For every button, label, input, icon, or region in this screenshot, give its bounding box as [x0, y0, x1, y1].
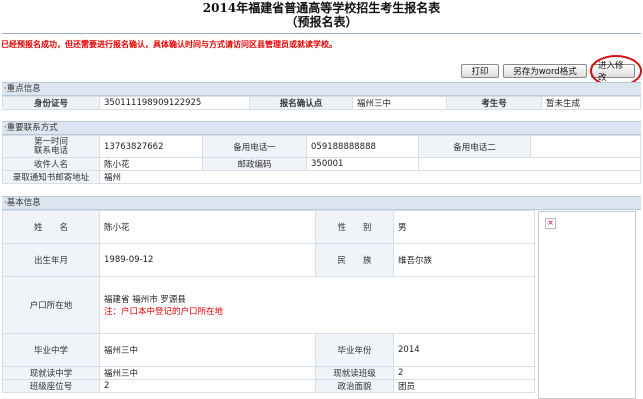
phone1-value: 13763827662 — [99, 135, 203, 158]
gender-value: 男 — [393, 210, 535, 244]
political-value: 团员 — [393, 379, 535, 393]
section-header-key-info: ·重点信息 — [2, 82, 641, 96]
save-as-word-button[interactable]: 另存为word格式 — [503, 64, 587, 78]
alt-phone2-value — [530, 135, 641, 158]
name-value: 陈小花 — [99, 210, 316, 244]
cur-class-label: 现就读班级 — [315, 366, 394, 380]
grad-year-label: 毕业年份 — [315, 333, 394, 367]
broken-image-icon: × — [545, 218, 556, 229]
grad-school-label: 毕业中学 — [2, 333, 100, 367]
recipient-value: 陈小花 — [99, 157, 203, 171]
section-header-contact: ·重要联系方式 — [2, 121, 641, 135]
basic-table: 姓 名 陈小花 性 别 男 出生年月 1989-09-12 民 族 维吾尔族 户… — [2, 210, 535, 393]
cur-school-label: 现就读中学 — [2, 366, 100, 380]
recipient-label: 收件人名 — [2, 157, 100, 171]
address-label: 录取通知书邮寄地址 — [2, 170, 100, 184]
id-label: 身份证号 — [2, 96, 100, 110]
phone1-label: 第一时间 联系电话 — [2, 135, 100, 158]
confirm-site-label: 报名确认点 — [249, 96, 353, 110]
birth-label: 出生年月 — [2, 243, 100, 277]
exam-no-value: 暂未生成 — [541, 96, 641, 110]
hukou-value: 福建省 福州市 罗源县 — [104, 295, 186, 305]
ethnic-value: 维吾尔族 — [393, 243, 535, 277]
postcode-value: 350001 — [306, 157, 419, 171]
success-notice: 已经预报名成功，但还需要进行报名确认，具体确认时间与方式请访问区县管理员或就读学… — [1, 40, 337, 49]
postcode-label: 邮政编码 — [202, 157, 307, 171]
cur-class-value: 2 — [393, 366, 535, 380]
alt-phone1-value: 059188888888 — [306, 135, 419, 158]
page-title: 2014年福建省普通高等学校招生考生报名表 — [202, 1, 441, 15]
hukou-note: 注：户口本中登记的户口所在地 — [104, 307, 224, 317]
exam-no-label: 考生号 — [446, 96, 542, 110]
ethnic-label: 民 族 — [315, 243, 394, 277]
grad-year-value: 2014 — [393, 333, 535, 367]
id-value: 350111198909122925 — [99, 96, 250, 110]
key-info-table: 身份证号 350111198909122925 报名确认点 福州三中 考生号 暂… — [2, 96, 641, 110]
photo-frame: × — [538, 211, 636, 399]
alt-phone2-label: 备用电话二 — [418, 135, 531, 158]
name-label: 姓 名 — [2, 210, 100, 244]
key-info-section: ·重点信息 身份证号 350111198909122925 报名确认点 福州三中… — [2, 82, 641, 110]
section-header-basic: ·基本信息 — [2, 196, 641, 210]
page-subtitle: （预报名表） — [285, 15, 358, 29]
alt-phone1-label: 备用电话一 — [202, 135, 307, 158]
seat-value: 2 — [99, 379, 316, 393]
birth-value: 1989-09-12 — [99, 243, 316, 277]
grad-school-value: 福州三中 — [99, 333, 316, 367]
cur-school-value: 福州三中 — [99, 366, 316, 380]
confirm-site-value: 福州三中 — [352, 96, 447, 110]
address-value: 福州 — [99, 170, 641, 184]
contact-section: ·重要联系方式 第一时间 联系电话 13763827662 备用电话一 0591… — [2, 121, 641, 184]
political-label: 政治面貌 — [315, 379, 394, 393]
seat-label: 班级座位号 — [2, 379, 100, 393]
contact-table: 第一时间 联系电话 13763827662 备用电话一 059188888888… — [2, 135, 641, 184]
print-button[interactable]: 打印 — [461, 64, 499, 78]
hukou-label: 户口所在地 — [2, 276, 100, 334]
hukou-cell: 福建省 福州市 罗源县 注：户口本中登记的户口所在地 — [99, 276, 535, 334]
gender-label: 性 别 — [315, 210, 394, 244]
